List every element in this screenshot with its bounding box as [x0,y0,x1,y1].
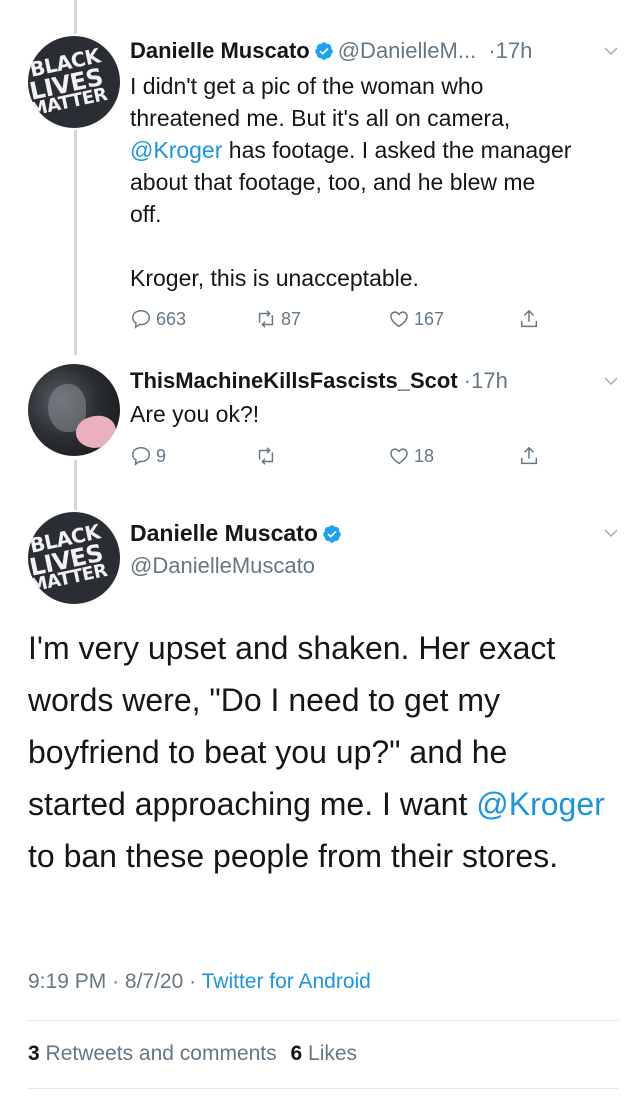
main-text-part-2: to ban these people from their stores. [28,838,559,874]
retweet-count: 87 [281,308,302,329]
divider [28,1020,618,1021]
retweet-button[interactable] [255,445,281,467]
tweet-text: I didn't get a pic of the woman who thre… [130,70,630,294]
tweet-date[interactable]: 8/7/20 [125,970,183,993]
tweet-header: Danielle Muscato @DanielleMuscato [130,520,346,579]
chevron-down-icon[interactable] [604,374,618,388]
like-count: 18 [414,445,435,466]
tweet-actions: 9 18 [130,445,550,473]
like-button[interactable]: 167 [388,308,444,330]
likes-count: 6 [290,1042,303,1065]
avatar[interactable]: BLACK LIVES MATTER [28,512,120,604]
likes-label: Likes [308,1042,358,1065]
main-tweet-text: I'm very upset and shaken. Her exact wor… [28,622,608,882]
retweet-button[interactable]: 87 [255,308,301,330]
tweet-meta: 9:19 PM · 8/7/20 · Twitter for Android [28,970,371,994]
tweet-header: ThisMachineKillsFascists_Scot ·17h [130,368,508,394]
tweet-source-link[interactable]: Twitter for Android [202,970,371,993]
reply-button[interactable]: 663 [130,308,186,330]
retweets-label: Retweets and comments [45,1042,277,1065]
share-button[interactable] [518,445,540,467]
mention-link[interactable]: @Kroger [476,786,605,822]
handle[interactable]: @DanielleM... [338,38,477,63]
chevron-down-icon[interactable] [604,44,618,58]
share-icon [520,446,538,465]
display-name[interactable]: ThisMachineKillsFascists_Scot [130,368,458,393]
reply-icon [132,447,150,466]
handle[interactable]: @DanielleMuscato [130,553,346,579]
like-count: 167 [414,308,445,329]
tweet-actions: 663 87 167 [130,308,550,336]
mention-link[interactable]: @Kroger [130,137,222,163]
avatar[interactable]: BLACK LIVES MATTER [28,36,120,128]
retweets-count: 3 [28,1042,40,1065]
retweet-icon [258,447,274,465]
likes-stat[interactable]: 6 Likes [290,1042,357,1065]
reply-icon [132,310,150,329]
thread-line-2 [74,460,77,510]
reply-button[interactable]: 9 [130,445,166,467]
separator-dot: · [488,38,496,63]
engagement-stats: 3 Retweets and comments 6 Likes [28,1042,357,1066]
tweet-text: Are you ok?! [130,401,260,427]
blm-logo: BLACK LIVES MATTER [28,512,120,604]
blm-logo: BLACK LIVES MATTER [28,36,120,128]
like-button[interactable]: 18 [388,445,434,467]
separator-dot: · [112,970,120,993]
separator-dot: · [189,970,197,993]
heart-icon [390,311,408,328]
chevron-down-icon[interactable] [604,526,618,540]
heart-icon [390,448,408,465]
share-button[interactable] [518,308,540,330]
reply-count: 9 [156,445,167,466]
display-name[interactable]: Danielle Muscato [130,520,318,546]
share-icon [520,309,538,328]
thread-line-top [74,0,77,34]
retweet-icon [258,310,274,328]
timestamp[interactable]: 17h [496,38,533,63]
verified-icon [323,525,341,543]
tweet-text-line-2: threatened me. But it's all on camera, [130,105,511,131]
tweet-text-line-1: I didn't get a pic of the woman who [130,73,484,99]
verified-icon [314,42,333,60]
tweet-header: Danielle Muscato @DanielleM... ·17h [130,38,532,64]
divider [28,1088,618,1089]
retweets-stat[interactable]: 3 Retweets and comments [28,1042,277,1065]
thread-line-1 [74,130,77,355]
reply-count: 663 [156,308,187,329]
tweet-time[interactable]: 9:19 PM [28,970,106,993]
avatar[interactable] [28,364,120,456]
display-name[interactable]: Danielle Muscato [130,38,310,63]
timestamp[interactable]: 17h [471,368,508,393]
